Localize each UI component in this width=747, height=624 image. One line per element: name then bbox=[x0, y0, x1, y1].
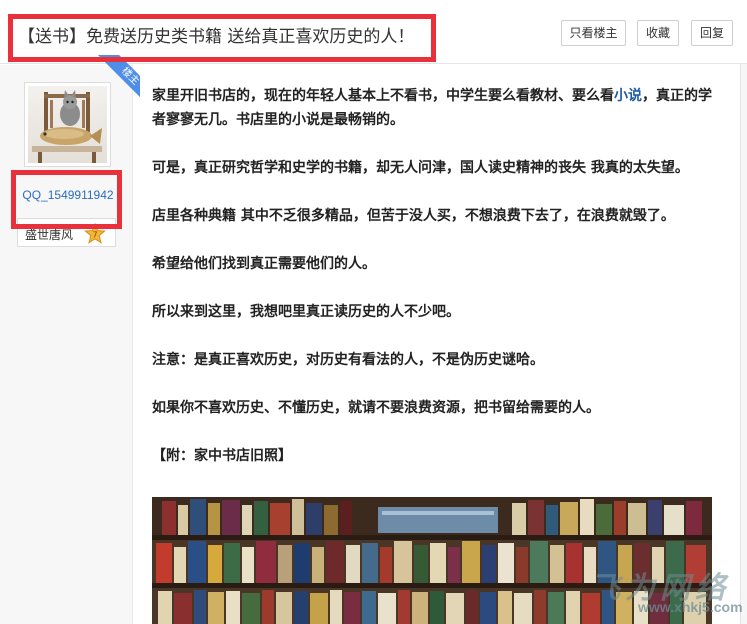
author-only-button[interactable]: 只看楼主 bbox=[561, 20, 626, 46]
post-paragraph-4: 希望给他们找到真正需要他们的人。 bbox=[152, 256, 376, 272]
username-highlight-box bbox=[11, 170, 122, 229]
post-paragraph-5: 所以来到这里，我想吧里真正读历史的人不少吧。 bbox=[152, 304, 460, 320]
attachment-label: 【附：家中书店旧照】 bbox=[152, 448, 292, 464]
post-paragraph-6: 注意：是真正喜欢历史，对历史有看法的人，不是伪历史谜哈。 bbox=[152, 352, 544, 368]
op-badge-label: 楼主 bbox=[96, 55, 140, 111]
post-paragraph-3: 店里各种典籍 其中不乏很多精品，但苦于没人买，不想浪费下去了，在浪费就毁了。 bbox=[152, 208, 675, 224]
page-edge bbox=[740, 64, 747, 624]
favorite-button[interactable]: 收藏 bbox=[637, 20, 679, 46]
post-paragraph-2: 可是，真正研究哲学和史学的书籍，却无人问津，国人读史精神的丧失 我真的太失望。 bbox=[152, 160, 689, 176]
post-content: 家里开旧书店的，现在的年轻人基本上不看书，中学生要么看教材、要么看小说，真正的学… bbox=[152, 84, 720, 492]
title-highlight-box bbox=[8, 14, 436, 62]
post-paragraph-1: 家里开旧书店的，现在的年轻人基本上不看书，中学生要么看教材、要么看小说，真正的学… bbox=[152, 88, 712, 128]
reply-button[interactable]: 回复 bbox=[691, 20, 733, 46]
post-paragraph-7: 如果你不喜欢历史、不懂历史，就请不要浪费资源，把书留给需要的人。 bbox=[152, 400, 600, 416]
svg-text:7: 7 bbox=[92, 231, 97, 240]
op-badge: 楼主 bbox=[84, 55, 140, 111]
watermark-url: www.xhkj5.com bbox=[638, 599, 743, 615]
site-watermark: 飞为网络 www.xhkj5.com bbox=[560, 555, 747, 624]
novel-link[interactable]: 小说 bbox=[614, 88, 642, 104]
